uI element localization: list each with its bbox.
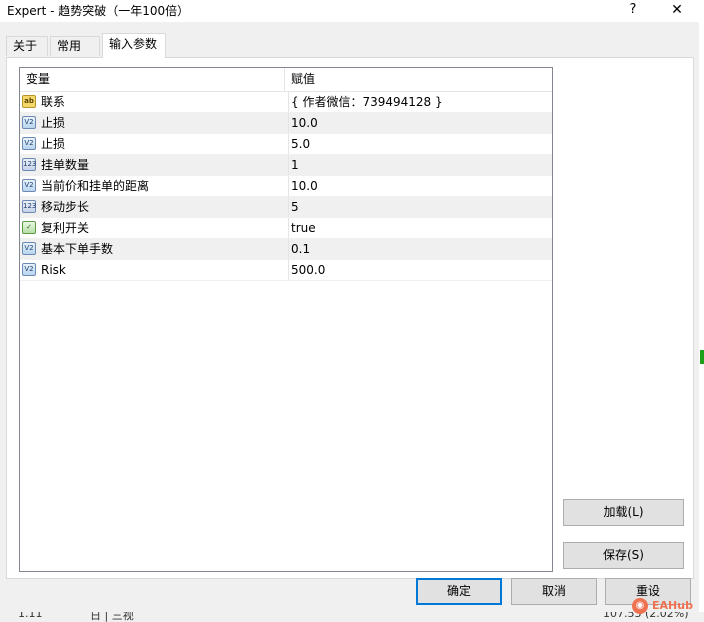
- double-icon: V2: [22, 137, 36, 150]
- parameters-list[interactable]: 变量 赋值 ab 联系 { 作者微信：739494128 } V2 止损 10.0 V2 止损…: [19, 67, 553, 572]
- parameter-value[interactable]: 10.0: [288, 176, 548, 196]
- tab-common[interactable]: 常用: [50, 36, 100, 56]
- background-chart-edge: [699, 0, 704, 612]
- parameter-name: 联系: [41, 95, 66, 109]
- chart-candle-fragment: [700, 350, 704, 364]
- column-header-variable[interactable]: 变量: [20, 68, 285, 91]
- double-icon: V2: [22, 242, 36, 255]
- parameter-row[interactable]: 123 移动步长 5: [20, 197, 552, 218]
- parameter-value[interactable]: 5.0: [288, 134, 548, 154]
- double-icon: V2: [22, 116, 36, 129]
- double-icon: V2: [22, 179, 36, 192]
- status-middle: 日 | 三视: [90, 612, 134, 622]
- parameter-name: 挂单数量: [41, 158, 90, 172]
- parameter-value[interactable]: 0.1: [288, 239, 548, 259]
- load-button[interactable]: 加载(L): [563, 499, 684, 526]
- parameter-name: Risk: [41, 263, 66, 277]
- help-button[interactable]: ?: [624, 0, 642, 20]
- watermark-logo: ◉ EAHub: [632, 595, 698, 617]
- cancel-button[interactable]: 取消: [511, 578, 597, 605]
- parameter-name: 基本下单手数: [41, 242, 114, 256]
- tab-about[interactable]: 关于: [6, 36, 48, 56]
- tab-inputs[interactable]: 输入参数: [102, 33, 166, 58]
- tab-common-label: 常用: [57, 39, 82, 53]
- parameter-value[interactable]: 5: [288, 197, 548, 217]
- parameter-name: 当前价和挂单的距离: [41, 179, 150, 193]
- parameter-value[interactable]: 500.0: [288, 260, 548, 280]
- parameter-name: 止损: [41, 137, 66, 151]
- parameter-name: 复利开关: [41, 221, 90, 235]
- parameter-name: 止损: [41, 116, 66, 130]
- parameter-value[interactable]: { 作者微信：739494128 }: [288, 92, 548, 112]
- tab-about-label: 关于: [13, 39, 38, 53]
- watermark-text: EAHub: [652, 599, 693, 612]
- parameter-row[interactable]: V2 止损 10.0: [20, 113, 552, 134]
- title-bar: Expert - 趋势突破（一年100倍） ? ✕: [0, 0, 704, 22]
- parameter-row[interactable]: ab 联系 { 作者微信：739494128 }: [20, 92, 552, 113]
- string-icon: ab: [22, 95, 36, 108]
- boolean-icon: ✓: [22, 221, 36, 234]
- parameter-row[interactable]: V2 Risk 500.0: [20, 260, 552, 281]
- parameter-row[interactable]: V2 当前价和挂单的距离 10.0: [20, 176, 552, 197]
- tab-inputs-label: 输入参数: [109, 37, 158, 51]
- parameter-value[interactable]: 1: [288, 155, 548, 175]
- close-button[interactable]: ✕: [666, 0, 688, 20]
- save-button[interactable]: 保存(S): [563, 542, 684, 569]
- window-title: Expert - 趋势突破（一年100倍）: [7, 4, 190, 18]
- parameter-value[interactable]: true: [288, 218, 548, 238]
- integer-icon: 123: [22, 158, 36, 171]
- watermark-icon: ◉: [632, 598, 648, 614]
- parameter-name: 移动步长: [41, 200, 90, 214]
- parameter-row[interactable]: 123 挂单数量 1: [20, 155, 552, 176]
- ok-button[interactable]: 确定: [416, 578, 502, 605]
- integer-icon: 123: [22, 200, 36, 213]
- parameter-row[interactable]: V2 止损 5.0: [20, 134, 552, 155]
- parameter-value[interactable]: 10.0: [288, 113, 548, 133]
- status-bar: 1.11 日 | 三视 107.53 (2.02%): [0, 612, 704, 622]
- parameter-row[interactable]: V2 基本下单手数 0.1: [20, 239, 552, 260]
- parameter-row[interactable]: ✓ 复利开关 true: [20, 218, 552, 239]
- double-icon: V2: [22, 263, 36, 276]
- list-header: 变量 赋值: [20, 68, 552, 92]
- status-left: 1.11: [18, 612, 43, 620]
- column-header-value[interactable]: 赋值: [285, 68, 552, 91]
